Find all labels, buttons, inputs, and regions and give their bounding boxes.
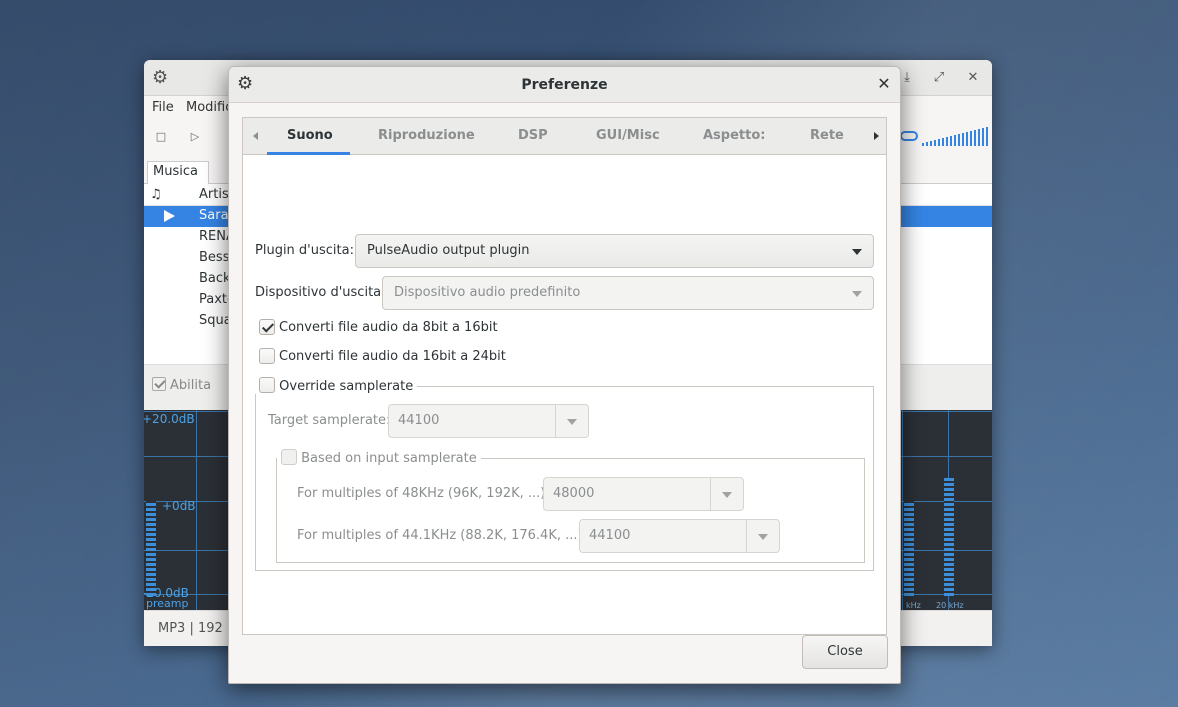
convert-16-24-checkbox[interactable] (259, 348, 275, 364)
row-artist: Squa (199, 313, 232, 328)
eq-label-preamp: preamp (146, 597, 189, 610)
override-checkbox[interactable] (259, 377, 275, 393)
tab-riproduzione[interactable]: Riproduzione (378, 128, 475, 143)
eq-label-top: +20.0dB (144, 412, 195, 426)
gear-icon[interactable]: ⚙ (152, 68, 172, 88)
based-on-input-title: Based on input samplerate (277, 449, 481, 466)
maximize-icon[interactable]: ⤢ (930, 69, 948, 87)
note-icon: ♫ (150, 187, 162, 202)
output-device-combo[interactable]: Dispositivo audio predefinito (382, 276, 874, 310)
chevron-down-icon (852, 291, 862, 297)
volume-slider[interactable] (922, 124, 990, 146)
tab-aspetto[interactable]: Aspetto: (703, 128, 765, 143)
chevron-left-icon[interactable] (249, 129, 263, 143)
volume-toggle[interactable] (900, 131, 918, 141)
output-plugin-value: PulseAudio output plugin (367, 243, 530, 258)
convert-16-24-label[interactable]: Converti file audio da 16bit a 24bit (279, 349, 506, 364)
eq-hz-label: 20 kHz (936, 601, 964, 610)
play-icon[interactable]: ▷ (188, 130, 202, 144)
eq-hz-label: kHz (906, 601, 921, 610)
target-samplerate-value: 44100 (398, 413, 440, 428)
target-samplerate-label: Target samplerate: (268, 413, 391, 428)
override-title: Override samplerate (255, 377, 418, 394)
dialog-title: Preferenze (521, 77, 608, 93)
chevron-down-icon (852, 249, 862, 255)
eq-gridline (196, 410, 197, 610)
target-samplerate-combo[interactable]: 44100 (388, 404, 589, 438)
checkbox-icon (152, 377, 166, 391)
menu-edit[interactable]: Modific (186, 100, 232, 115)
now-playing-icon (164, 210, 175, 222)
close-button[interactable]: Close (802, 635, 888, 669)
mult441-label: For multiples of 44.1KHz (88.2K, 176.4K,… (297, 528, 587, 543)
close-icon[interactable]: ✕ (964, 69, 982, 87)
override-label[interactable]: Override samplerate (279, 379, 413, 394)
active-tab-indicator (267, 152, 350, 155)
eq-gridline (902, 410, 903, 610)
tab-dsp[interactable]: DSP (518, 128, 548, 143)
chevron-down-icon (758, 534, 768, 540)
dialog-titlebar: ⚙ Preferenze ✕ (229, 67, 900, 103)
convert-8-16-label[interactable]: Converti file audio da 8bit a 16bit (279, 320, 498, 335)
output-plugin-combo[interactable]: PulseAudio output plugin (355, 234, 874, 268)
preferences-dialog: ⚙ Preferenze ✕ Suono Riproduzione DSP GU… (228, 66, 901, 684)
convert-8-16-checkbox[interactable] (259, 319, 275, 335)
eq-label-mid: +0dB (162, 499, 196, 513)
mult48-combo[interactable]: 48000 (543, 477, 744, 511)
preamp-level (146, 501, 156, 596)
based-on-input-label[interactable]: Based on input samplerate (301, 451, 477, 466)
output-device-label: Dispositivo d'uscita: (255, 285, 386, 300)
enable-eq-label: Abilita (170, 378, 212, 393)
mult441-combo[interactable]: 44100 (579, 519, 780, 553)
chevron-down-icon (567, 419, 577, 425)
preferences-notebook: Suono Riproduzione DSP GUI/Misc Aspetto:… (242, 117, 887, 635)
output-plugin-label: Plugin d'uscita: (255, 243, 354, 258)
eq-band-level (944, 478, 954, 596)
output-device-value: Dispositivo audio predefinito (394, 285, 581, 300)
close-icon[interactable]: ✕ (875, 75, 893, 93)
tab-gui-misc[interactable]: GUI/Misc (596, 128, 660, 143)
eq-band-level (904, 501, 914, 596)
tab-bar: Suono Riproduzione DSP GUI/Misc Aspetto:… (243, 118, 886, 155)
enable-eq-checkbox[interactable]: Abilita (152, 377, 211, 393)
based-on-input-checkbox[interactable] (281, 449, 297, 465)
tab-rete[interactable]: Rete (810, 128, 844, 143)
menu-file[interactable]: File (152, 100, 174, 115)
row-artist: Back (199, 271, 231, 286)
mult48-label: For multiples of 48KHz (96K, 192K, ...): (297, 486, 550, 501)
tab-musica[interactable]: Musica (147, 161, 209, 184)
chevron-right-icon[interactable] (869, 129, 883, 143)
chevron-down-icon (722, 492, 732, 498)
mult48-value: 48000 (553, 486, 595, 501)
tab-suono[interactable]: Suono (287, 128, 333, 143)
mult441-value: 44100 (589, 528, 631, 543)
status-text: MP3 | 192 k (158, 621, 235, 636)
stop-icon[interactable]: □ (154, 130, 168, 144)
